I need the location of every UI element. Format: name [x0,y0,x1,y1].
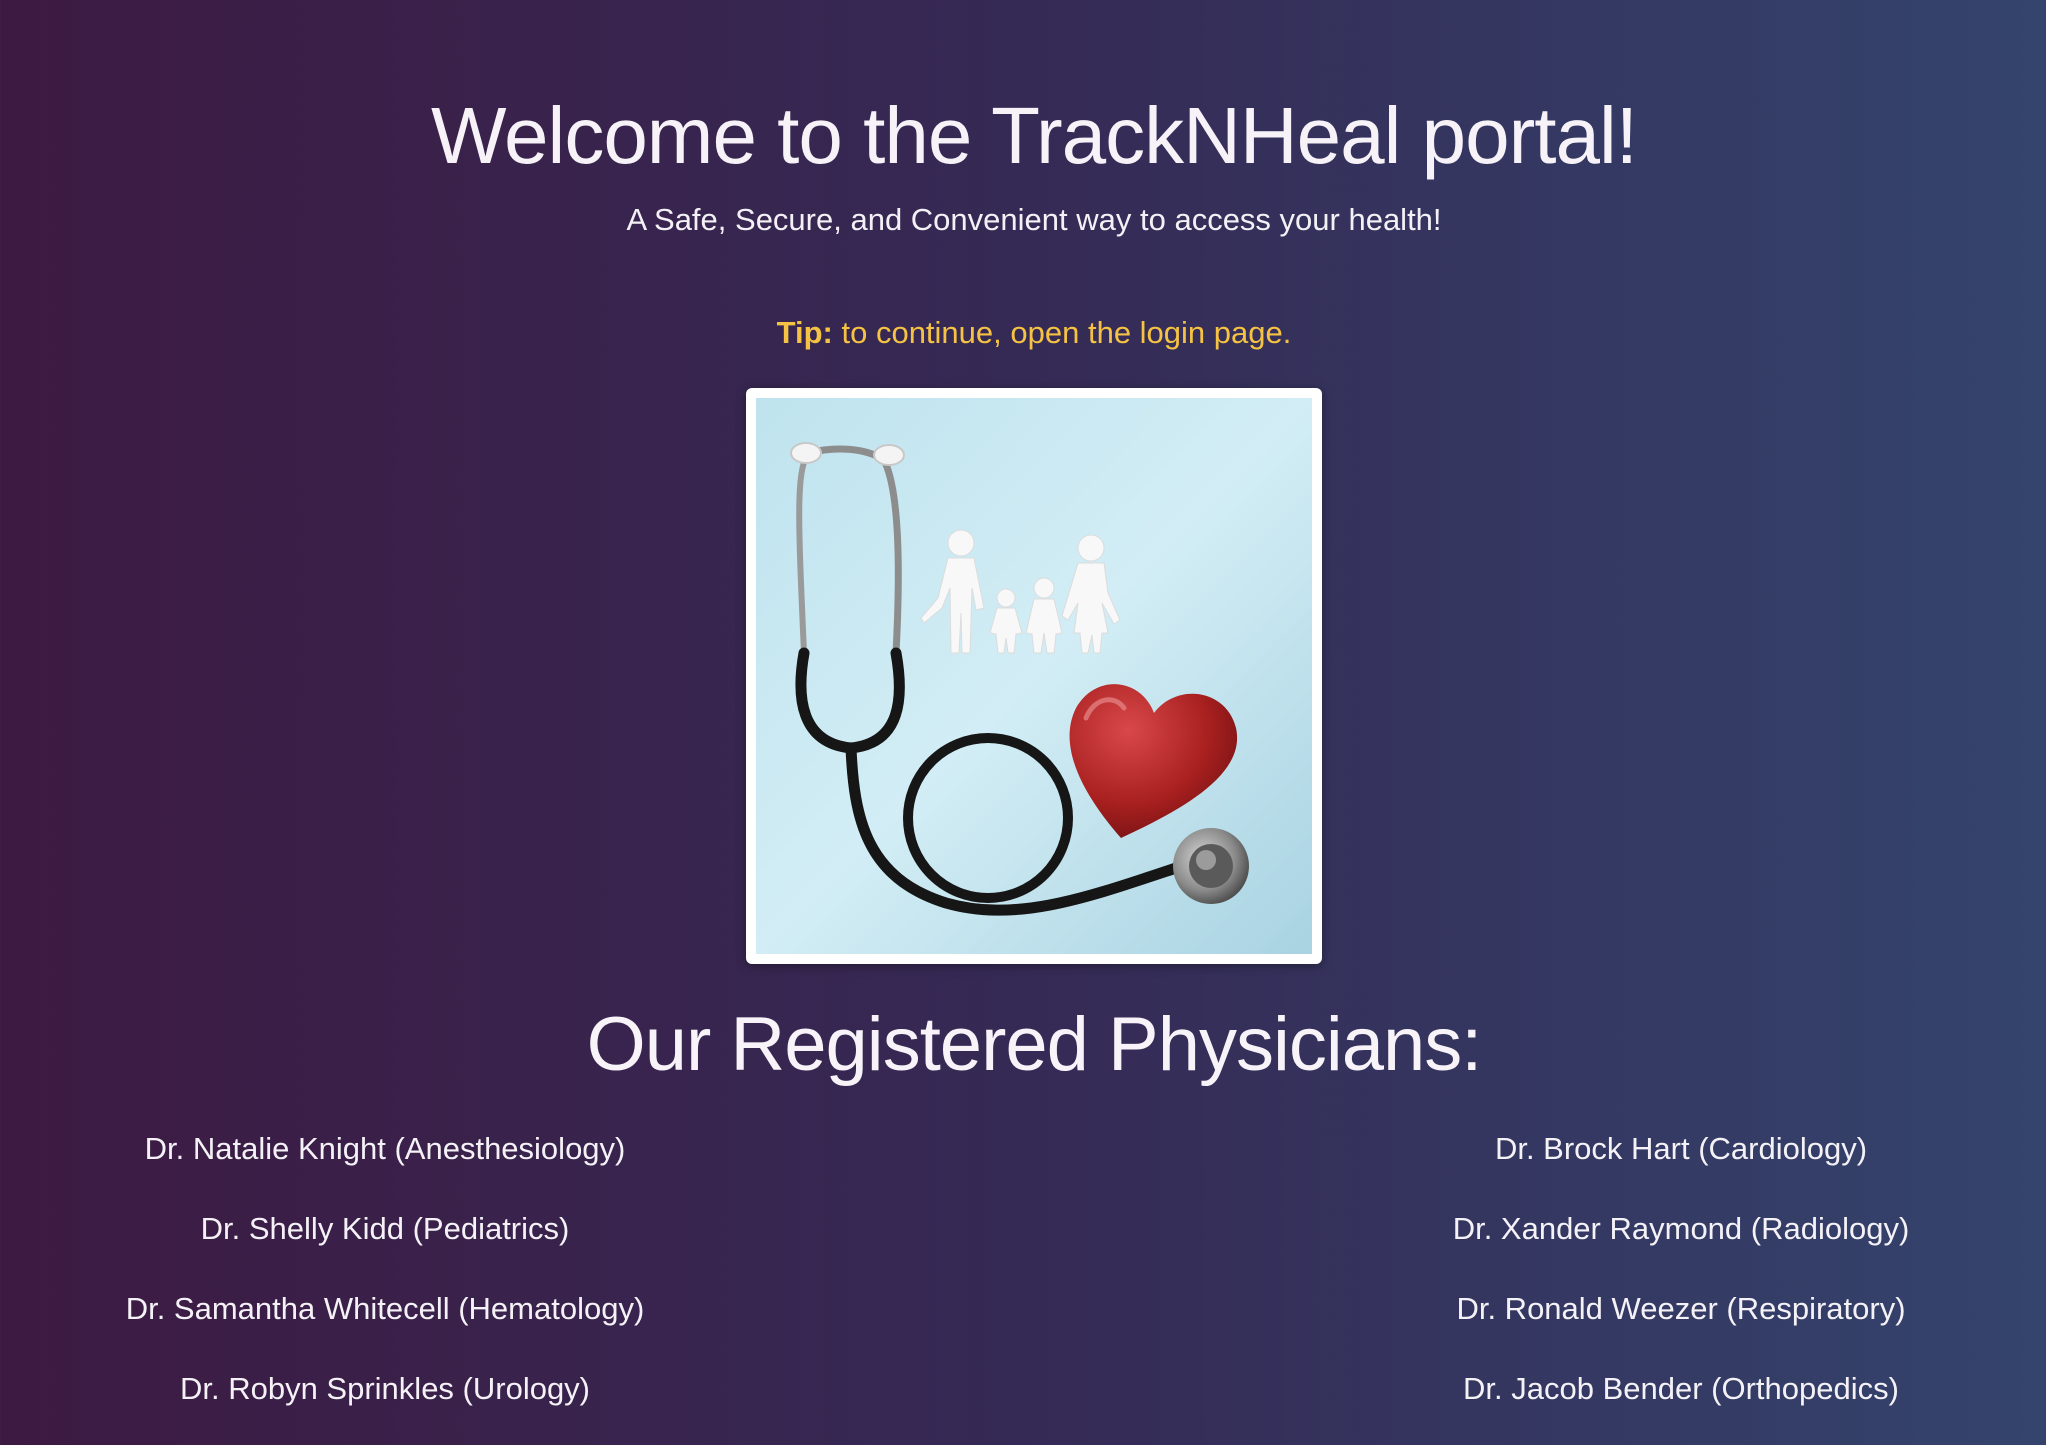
physician-item: Dr. Samantha Whitecell (Hematology) [125,1291,645,1326]
physician-list-left: Dr. Natalie Knight (Anesthesiology) Dr. … [65,1125,705,1445]
physicians-heading: Our Registered Physicians: [586,1002,1483,1087]
stethoscope-heart-family-image [756,398,1312,954]
physician-item: Dr. Ronald Weezer (Respiratory) [1456,1291,1906,1326]
page-subtitle: A Safe, Secure, and Convenient way to ac… [626,202,1442,237]
page-title: Welcome to the TrackNHeal portal! [430,91,1638,180]
hero-image-frame [746,388,1322,964]
tip-text: to continue, open the login page. [832,315,1292,350]
physician-item: Dr. Xander Raymond (Radiology) [1452,1211,1910,1246]
physician-item: Dr. Natalie Knight (Anesthesiology) [144,1131,626,1166]
physician-item: Dr. Brock Hart (Cardiology) [1494,1131,1868,1166]
physician-item: Dr. Robyn Sprinkles (Urology) [179,1371,591,1406]
physician-list-right: Dr. Brock Hart (Cardiology) Dr. Xander R… [1361,1125,2001,1445]
physician-item: Dr. Jacob Bender (Orthopedics) [1463,1371,1899,1406]
physician-item: Dr. Shelly Kidd (Pediatrics) [200,1211,570,1246]
tip-label: Tip: [776,315,833,350]
login-tip: Tip: to continue, open the login page. [0,312,2046,354]
